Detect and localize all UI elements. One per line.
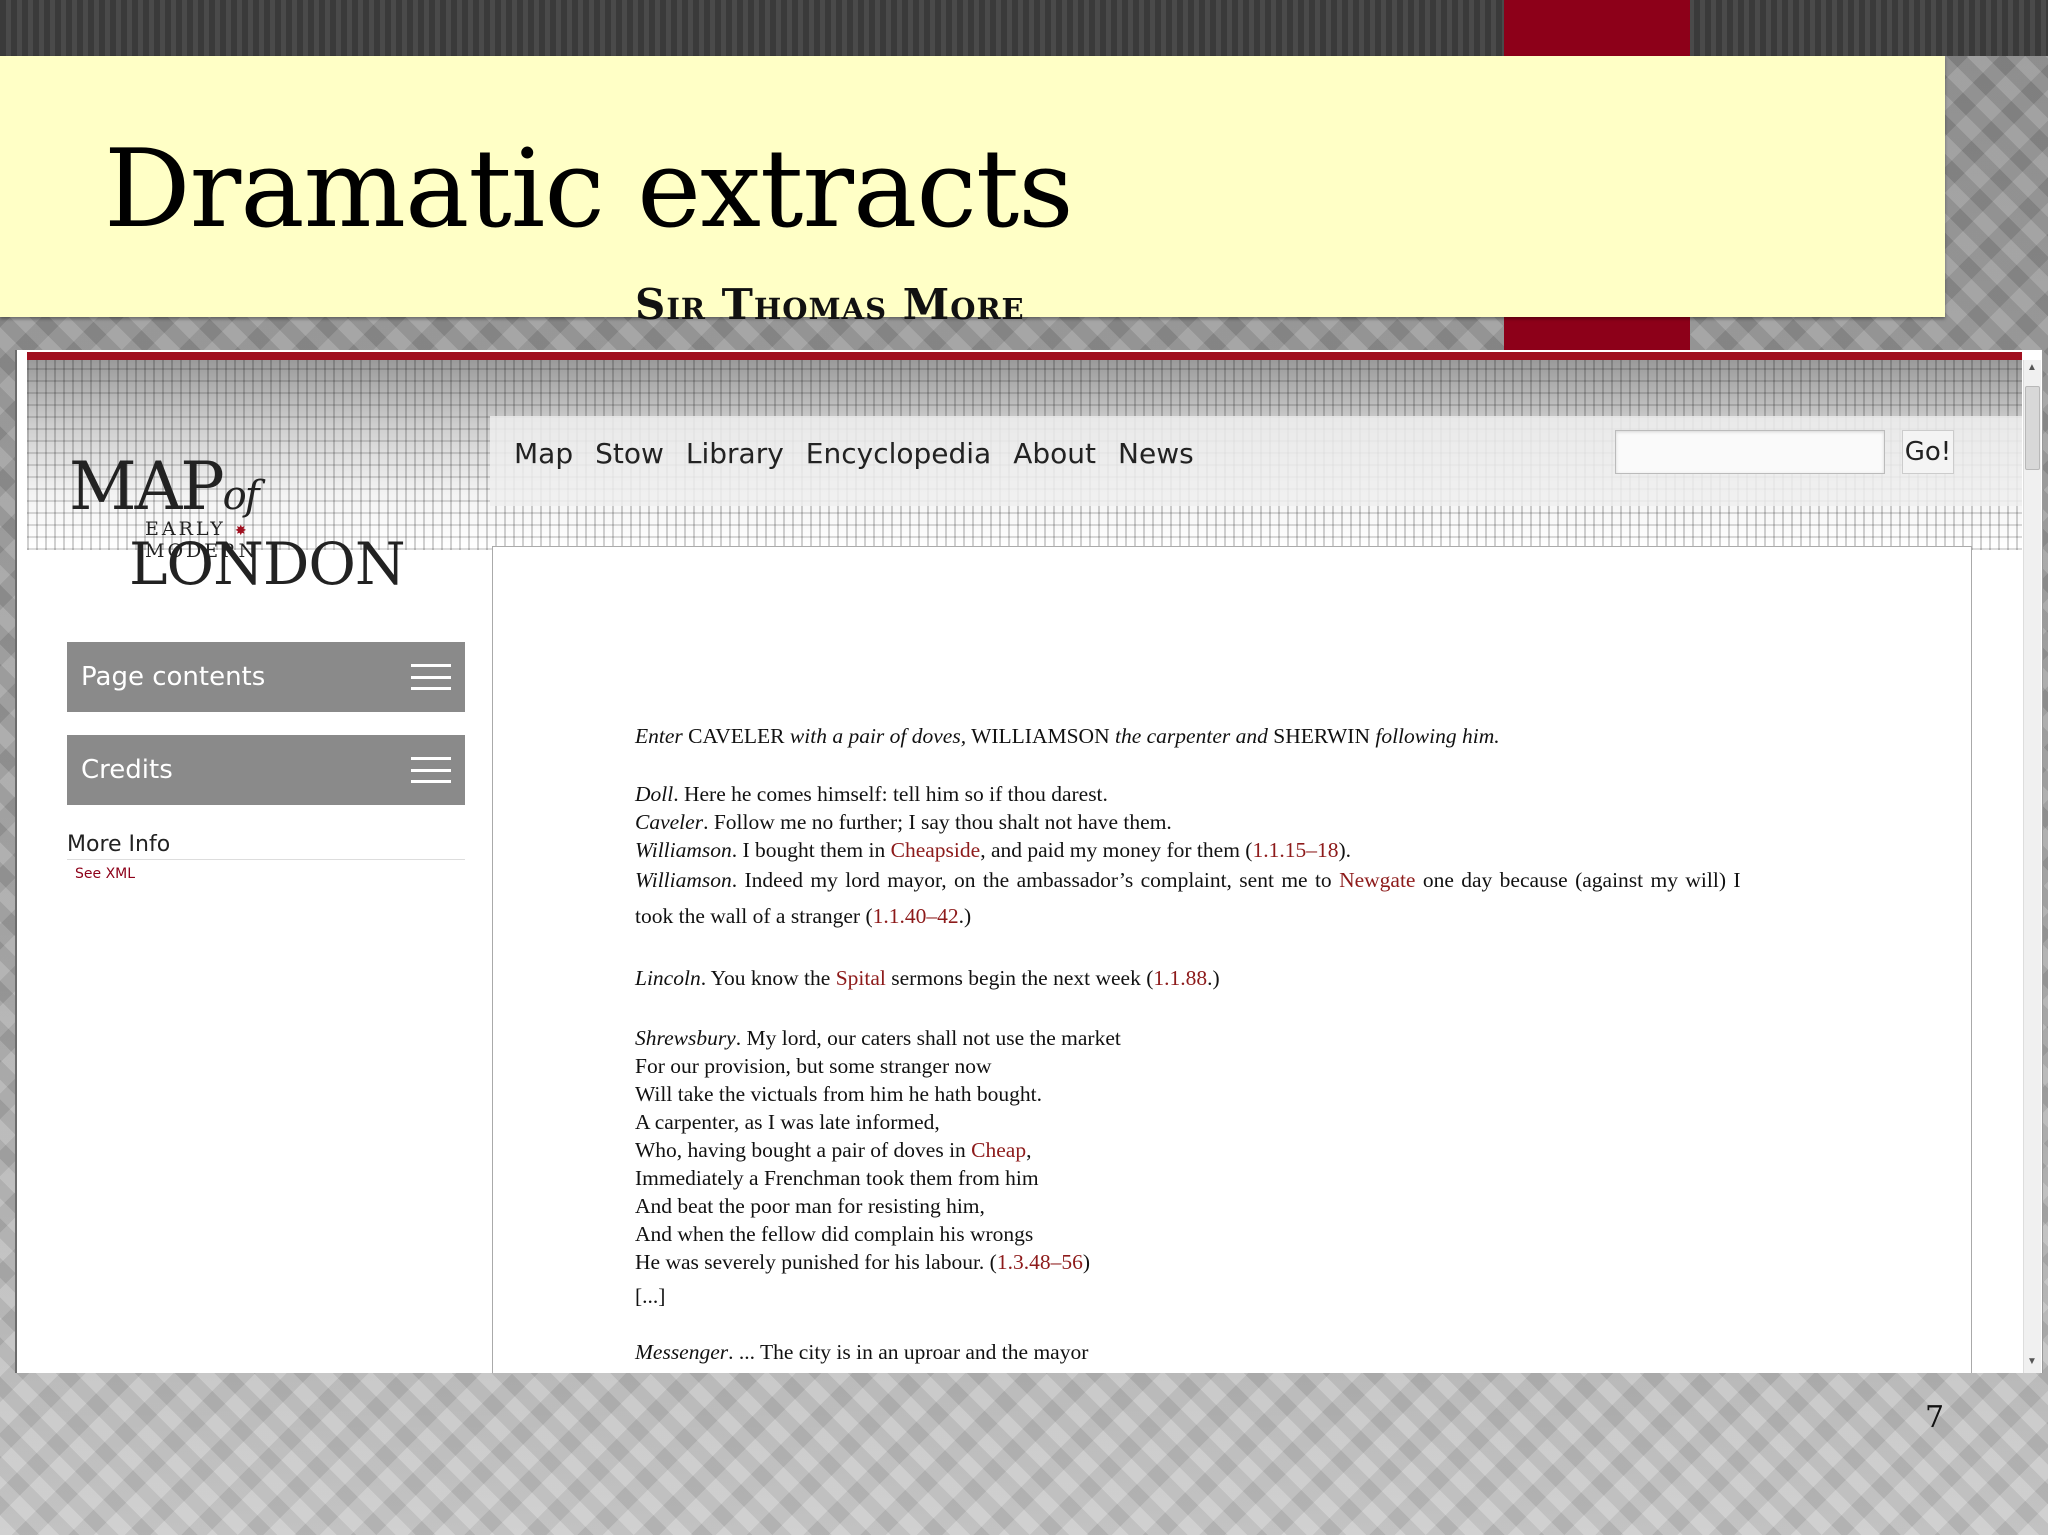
speech-text: . You know the bbox=[700, 966, 836, 990]
speech-text: ) bbox=[1082, 1250, 1090, 1274]
speaker: Williamson bbox=[635, 868, 732, 892]
speech-line: Williamson. Indeed my lord mayor, on the… bbox=[635, 866, 1741, 894]
go-button[interactable]: Go! bbox=[1902, 430, 1954, 474]
play-title: Sir Thomas More bbox=[635, 280, 1025, 329]
nav-map[interactable]: Map bbox=[514, 437, 573, 470]
speech-text: took the wall of a stranger ( bbox=[635, 904, 873, 928]
speech-text: . ... The city is in an uproar and the m… bbox=[728, 1340, 1089, 1364]
site-top-line bbox=[27, 352, 2022, 360]
speech-text: . Here he comes himself: tell him so if … bbox=[673, 782, 1108, 806]
verse-line: And when the fellow did complain his wro… bbox=[635, 1222, 1034, 1246]
speech-text: , and paid my money for them ( bbox=[980, 838, 1253, 862]
sd-part: WILLIAMSON bbox=[966, 724, 1115, 748]
speech-text: .) bbox=[1207, 966, 1220, 990]
sd-part: following him. bbox=[1375, 724, 1500, 748]
speech-text: He was severely punished for his labour.… bbox=[635, 1250, 997, 1274]
site-logo[interactable]: MAPof EARLY ✸ MODERN LONDON bbox=[69, 448, 406, 598]
nav-encyclopedia[interactable]: Encyclopedia bbox=[806, 437, 991, 470]
speech-text: ). bbox=[1338, 838, 1352, 862]
speech-text: Who, having bought a pair of doves in bbox=[635, 1138, 972, 1162]
nav-about[interactable]: About bbox=[1013, 437, 1096, 470]
page-contents-button[interactable]: Page contents bbox=[67, 642, 465, 712]
slide-title: Dramatic extracts bbox=[104, 127, 1074, 252]
speaker: Lincoln bbox=[635, 966, 701, 990]
verse-line: A carpenter, as I was late informed, bbox=[635, 1110, 940, 1134]
speech-text: . Follow me no further; I say thou shalt… bbox=[703, 810, 1172, 834]
credits-label: Credits bbox=[81, 755, 173, 785]
speech-line: Messenger. ... The city is in an uproar … bbox=[635, 1338, 1088, 1366]
see-xml-link[interactable]: See XML bbox=[75, 866, 135, 882]
ellipsis: [...] bbox=[635, 1284, 666, 1308]
speech-text: .) bbox=[958, 904, 972, 928]
nav-stow[interactable]: Stow bbox=[595, 437, 664, 470]
speaker: Shrewsbury bbox=[635, 1026, 736, 1050]
speech-text: . I bought them in bbox=[731, 838, 891, 862]
logo-map: MAP bbox=[69, 448, 225, 525]
sd-part: SHERWIN bbox=[1267, 724, 1376, 748]
speech-line: Doll. Here he comes himself: tell him so… bbox=[635, 780, 1108, 808]
speech-text: one day because (against my will) I bbox=[1415, 868, 1741, 892]
menu-icon bbox=[411, 757, 451, 783]
speech-line: Williamson. I bought them in Cheapside, … bbox=[635, 836, 1351, 864]
slide-number: 7 bbox=[1925, 1400, 1945, 1435]
reference-link[interactable]: 1.1.40–42 bbox=[873, 904, 959, 928]
nav-library[interactable]: Library bbox=[686, 437, 784, 470]
speaker: Messenger bbox=[635, 1340, 729, 1364]
main-nav: Map Stow Library Encyclopedia About News bbox=[514, 437, 1216, 470]
speaker: Doll bbox=[635, 782, 674, 806]
top-band bbox=[0, 0, 2048, 56]
place-link[interactable]: Spital bbox=[836, 966, 886, 990]
verse-line: And beat the poor man for resisting him, bbox=[635, 1194, 985, 1218]
nav-news[interactable]: News bbox=[1118, 437, 1194, 470]
sd-part: with a pair of doves, bbox=[789, 724, 967, 748]
place-link[interactable]: Cheapside bbox=[891, 838, 981, 862]
place-link[interactable]: Cheap bbox=[971, 1138, 1026, 1162]
verse-line: For our provision, but some stranger now bbox=[635, 1054, 992, 1078]
search-input[interactable] bbox=[1615, 430, 1885, 474]
speech-text: . My lord, our caters shall not use the … bbox=[735, 1026, 1121, 1050]
speech-line: Shrewsbury. My lord, our caters shall no… bbox=[635, 1024, 1121, 1052]
page-contents-label: Page contents bbox=[81, 662, 266, 692]
reference-link[interactable]: 1.1.15–18 bbox=[1252, 838, 1338, 862]
speaker: Caveler bbox=[635, 810, 704, 834]
speech-line: took the wall of a stranger (1.1.40–42.) bbox=[635, 902, 971, 930]
verse-line: Who, having bought a pair of doves in Ch… bbox=[635, 1136, 1031, 1164]
reference-link[interactable]: 1.3.48–56 bbox=[997, 1250, 1083, 1274]
stage-direction: Enter CAVELER with a pair of doves, WILL… bbox=[635, 722, 1500, 750]
verse-line: Will take the victuals from him he hath … bbox=[635, 1082, 1042, 1106]
more-info-heading: More Info bbox=[67, 832, 465, 860]
reference-link[interactable]: 1.1.88 bbox=[1153, 966, 1207, 990]
speech-text: sermons begin the next week ( bbox=[885, 966, 1154, 990]
speech-line: Lincoln. You know the Spital sermons beg… bbox=[635, 964, 1220, 992]
verse-line: Immediately a Frenchman took them from h… bbox=[635, 1166, 1039, 1190]
speech-text: , bbox=[1026, 1138, 1032, 1162]
speaker: Williamson bbox=[635, 838, 732, 862]
sd-part: Enter bbox=[635, 724, 683, 748]
place-link[interactable]: Newgate bbox=[1339, 868, 1415, 892]
speech-text: . Indeed my lord mayor, on the ambassado… bbox=[731, 868, 1340, 892]
speech-line: Caveler. Follow me no further; I say tho… bbox=[635, 808, 1172, 836]
logo-london: LONDON bbox=[129, 530, 406, 598]
credits-button[interactable]: Credits bbox=[67, 735, 465, 805]
sd-part: CAVELER bbox=[682, 724, 790, 748]
menu-icon bbox=[411, 664, 451, 690]
sd-part: the carpenter and bbox=[1115, 724, 1268, 748]
verse-line: He was severely punished for his labour.… bbox=[635, 1248, 1090, 1276]
logo-of: of bbox=[222, 473, 260, 519]
